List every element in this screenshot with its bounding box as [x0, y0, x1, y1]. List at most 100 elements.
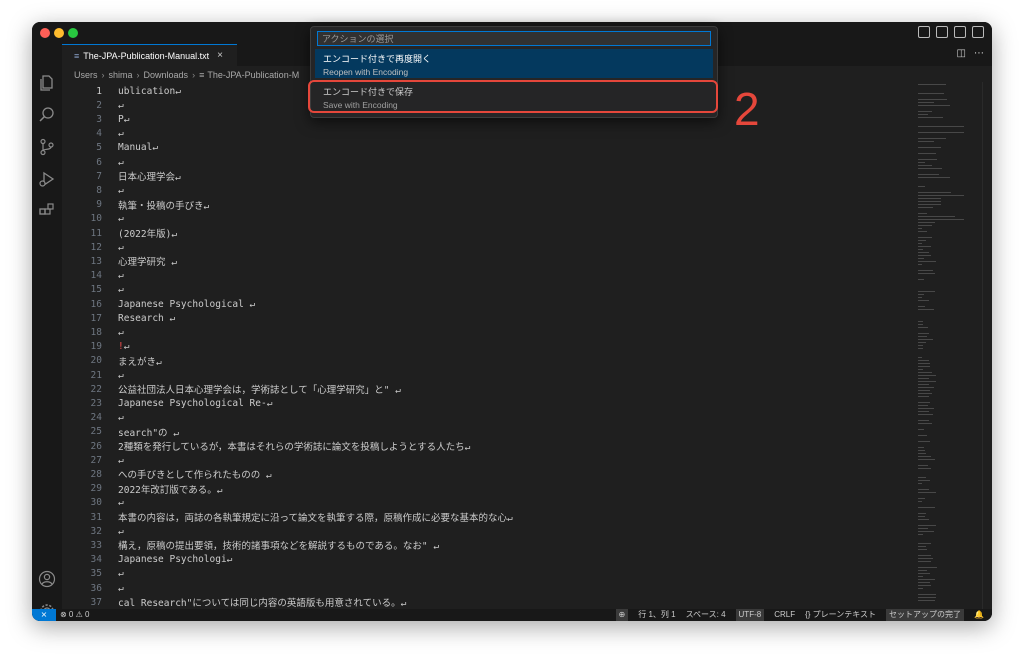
code-line[interactable]: 8 ↵ [62, 183, 912, 197]
reopen-with-encoding-option[interactable]: エンコード付きで再度開く Reopen with Encoding [315, 49, 713, 78]
code-line[interactable]: 17 Research ↵ [62, 311, 912, 325]
code-line[interactable]: 4 ↵ [62, 127, 912, 141]
line-content: ↵ [118, 568, 124, 580]
line-number: 3 [96, 113, 102, 125]
minimap-line [918, 84, 946, 85]
minimap-line [918, 363, 930, 364]
code-line[interactable]: 25 search"の ↵ [62, 425, 912, 439]
vertical-scrollbar[interactable] [982, 82, 992, 609]
close-window-button[interactable] [40, 28, 50, 38]
code-line[interactable]: 26 2種類を発行しているが，本書はそれらの学術誌に論文を投稿しようとする人たち↵ [62, 439, 912, 454]
more-actions-icon[interactable]: ⋯ [974, 48, 984, 59]
code-line[interactable]: 14 ↵ [62, 269, 912, 283]
toggle-secondary-sidebar-icon[interactable] [972, 26, 984, 38]
line-number: 34 [90, 554, 102, 566]
indentation[interactable]: スペース: 4 [686, 609, 726, 621]
customize-layout-icon[interactable] [918, 26, 930, 38]
breadcrumb-downloads[interactable]: Downloads [144, 70, 189, 80]
minimap-line [918, 381, 936, 382]
minimap-line [918, 186, 925, 187]
source-control-icon[interactable] [32, 132, 62, 162]
run-debug-icon[interactable] [32, 164, 62, 194]
minimap[interactable] [916, 82, 980, 609]
code-line[interactable]: 5 Manual↵ [62, 141, 912, 155]
minimap-line [918, 534, 923, 535]
code-line[interactable]: 36 ↵ [62, 581, 912, 595]
code-line[interactable]: 9 執筆・投稿の手びき↵ [62, 198, 912, 212]
cursor-position[interactable]: 行 1、列 1 [638, 609, 675, 621]
line-number: 21 [90, 369, 102, 381]
minimap-line [918, 195, 964, 196]
encoding-indicator[interactable]: UTF-8 [735, 609, 765, 621]
code-line[interactable]: 19 !↵ [62, 340, 912, 354]
zoom-icon[interactable]: ⊕ [615, 609, 629, 621]
line-number: 35 [90, 568, 102, 580]
minimap-line [918, 255, 931, 256]
line-text: cal Research"については同じ内容の英語版も用意されている。↵ [118, 595, 406, 609]
minimap-line [918, 588, 923, 589]
minimap-line [918, 117, 943, 118]
minimap-line [918, 387, 934, 388]
extensions-icon[interactable] [32, 196, 62, 226]
code-line[interactable]: 30 ↵ [62, 496, 912, 510]
language-mode[interactable]: {} プレーンテキスト [805, 609, 876, 621]
minimap-line [918, 585, 931, 586]
code-line[interactable]: 6 ↵ [62, 155, 912, 169]
code-line[interactable]: 18 ↵ [62, 325, 912, 339]
accounts-icon[interactable] [32, 564, 62, 594]
line-content: ↵ [118, 412, 124, 424]
explorer-icon[interactable] [32, 68, 62, 98]
tab-jpa-manual[interactable]: ≡ The-JPA-Publication-Manual.txt × [62, 44, 237, 66]
code-line[interactable]: 12 ↵ [62, 240, 912, 254]
minimap-line [918, 309, 934, 310]
minimap-line [918, 405, 928, 406]
code-line[interactable]: 24 ↵ [62, 411, 912, 425]
line-text: (2022年版)↵ [118, 226, 177, 240]
line-number: 27 [90, 454, 102, 466]
breadcrumb-file[interactable]: The-JPA-Publication-M [207, 70, 299, 80]
line-number: 2 [96, 99, 102, 111]
code-line[interactable]: 15 ↵ [62, 283, 912, 297]
code-line[interactable]: 21 ↵ [62, 368, 912, 382]
problems-indicator[interactable]: ⊗ 0 ⚠ 0 [60, 609, 89, 621]
code-line[interactable]: 11 (2022年版)↵ [62, 226, 912, 241]
split-editor-icon[interactable]: ◫ [957, 48, 966, 59]
code-line[interactable]: 34 Japanese Psychologi↵ [62, 553, 912, 567]
code-line[interactable]: 29 2022年改訂版である。↵ [62, 482, 912, 496]
editor-text-area[interactable]: 1 ublication↵ 2 ↵ 3 P↵ 4 ↵ 5 Manual↵ 6 ↵ 7 日本心理学会↵ 8 ↵ 9… [62, 82, 912, 610]
search-icon[interactable] [32, 100, 62, 130]
code-line[interactable]: 37 cal Research"については同じ内容の英語版も用意されている。↵ [62, 595, 912, 609]
quick-pick-input[interactable] [317, 31, 711, 46]
code-line[interactable]: 27 ↵ [62, 453, 912, 467]
code-line[interactable]: 20 まえがき↵ [62, 354, 912, 368]
code-line[interactable]: 28 への手びきとして作られたものの ↵ [62, 467, 912, 482]
setup-status[interactable]: セットアップの完了 [886, 609, 965, 621]
minimize-window-button[interactable] [54, 28, 64, 38]
notifications-bell-icon[interactable]: 🔔 [974, 609, 984, 621]
code-line[interactable]: 23 Japanese Psychological Re-↵ [62, 396, 912, 410]
code-line[interactable]: 32 ↵ [62, 524, 912, 538]
code-line[interactable]: 7 日本心理学会↵ [62, 169, 912, 184]
eol-indicator[interactable]: CRLF [774, 609, 795, 621]
line-text: 日本心理学会↵ [118, 169, 181, 183]
minimap-line [918, 261, 936, 262]
toggle-sidebar-icon[interactable] [936, 26, 948, 38]
close-tab-icon[interactable]: × [217, 50, 223, 61]
code-line[interactable]: 10 ↵ [62, 212, 912, 226]
line-number: 18 [90, 326, 102, 338]
code-line[interactable]: 22 公益社団法人日本心理学会は，学術誌として「心理学研究」と" ↵ [62, 382, 912, 397]
code-line[interactable]: 31 本書の内容は，両誌の各執筆規定に沿って論文を執筆する際，原稿作成に必要な基本… [62, 510, 912, 525]
code-line[interactable]: 35 ↵ [62, 567, 912, 581]
minimap-line [918, 507, 935, 508]
line-number: 6 [96, 156, 102, 168]
code-line[interactable]: 16 Japanese Psychological ↵ [62, 297, 912, 311]
code-line[interactable]: 33 構え，原稿の提出要領，技術的諸事項などを解説するものである。なお" ↵ [62, 538, 912, 553]
minimap-line [918, 594, 936, 595]
breadcrumb-shima[interactable]: shima [109, 70, 133, 80]
maximize-window-button[interactable] [68, 28, 78, 38]
minimap-line [918, 549, 927, 550]
code-line[interactable]: 13 心理学研究 ↵ [62, 254, 912, 269]
breadcrumb-users[interactable]: Users [74, 70, 98, 80]
toggle-panel-icon[interactable] [954, 26, 966, 38]
remote-indicator[interactable]: ⨯ [32, 609, 56, 621]
